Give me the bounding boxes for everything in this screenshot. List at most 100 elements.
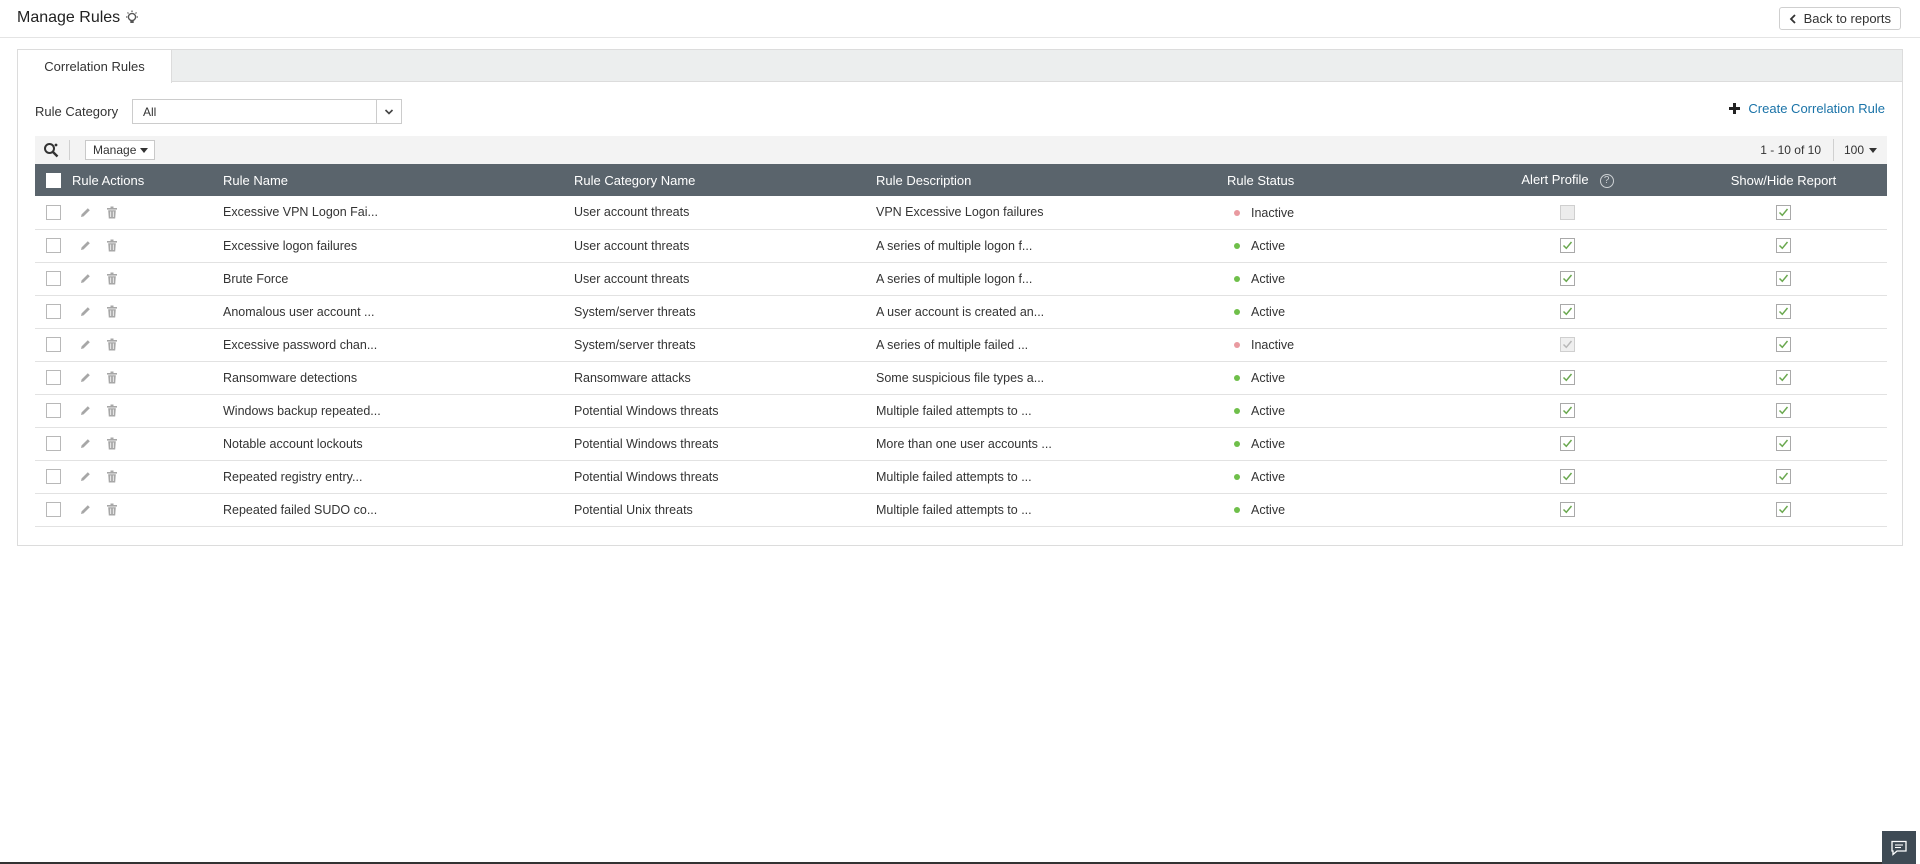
checked-checkbox[interactable] [1776, 337, 1791, 353]
edit-icon[interactable] [79, 206, 92, 219]
edit-icon[interactable] [79, 371, 92, 384]
status-dot [1234, 441, 1240, 447]
chat-button[interactable] [1882, 831, 1916, 864]
row-checkbox[interactable] [46, 238, 61, 254]
row-checkbox[interactable] [46, 469, 61, 485]
checked-checkbox[interactable] [1776, 204, 1791, 220]
chevron-down-icon[interactable] [376, 100, 401, 123]
column-header-alert-profile[interactable]: Alert Profile? [1455, 164, 1680, 196]
table-row[interactable]: Repeated registry entry... Potential Wind… [35, 460, 1887, 494]
lightbulb-icon[interactable] [124, 10, 140, 26]
delete-icon[interactable] [106, 371, 118, 384]
checked-checkbox[interactable] [1776, 271, 1791, 287]
checked-checkbox[interactable] [1776, 403, 1791, 419]
checked-checkbox[interactable] [1560, 370, 1575, 386]
row-checkbox[interactable] [46, 271, 61, 287]
search-icon[interactable] [43, 142, 59, 158]
per-page-select[interactable]: 100 [1844, 143, 1877, 157]
column-header-name[interactable]: Rule Name [223, 164, 574, 196]
row-actions-cell [72, 295, 223, 329]
column-header-description[interactable]: Rule Description [876, 164, 1227, 196]
table-row[interactable]: Notable account lockouts Potential Window… [35, 427, 1887, 461]
table-row[interactable]: Ransomware detections Ransomware attacks S… [35, 361, 1887, 395]
row-checkbox[interactable] [46, 436, 61, 452]
edit-icon[interactable] [79, 239, 92, 252]
show-report-cell [1680, 229, 1887, 263]
delete-icon[interactable] [106, 338, 118, 351]
row-checkbox[interactable] [46, 502, 61, 518]
checked-checkbox[interactable] [1560, 436, 1575, 452]
table-row[interactable]: Excessive password chan... System/server … [35, 328, 1887, 362]
select-all-checkbox[interactable] [46, 173, 61, 189]
rule-name-cell[interactable]: Anomalous user account ... [223, 295, 574, 329]
checked-checkbox[interactable] [1776, 502, 1791, 518]
row-checkbox[interactable] [46, 204, 61, 220]
row-select-cell [35, 295, 72, 329]
row-actions-cell [72, 361, 223, 395]
edit-icon[interactable] [79, 338, 92, 351]
rule-name-cell[interactable]: Ransomware detections [223, 361, 574, 395]
checked-checkbox[interactable] [1776, 370, 1791, 386]
checked-checkbox[interactable] [1776, 304, 1791, 320]
column-header-status[interactable]: Rule Status [1227, 164, 1455, 196]
back-to-reports-button[interactable]: Back to reports [1778, 7, 1901, 30]
show-report-cell [1680, 427, 1887, 461]
row-checkbox[interactable] [46, 337, 61, 353]
status-text: Active [1251, 305, 1286, 319]
rule-name-cell[interactable]: Excessive VPN Logon Fai... [223, 196, 574, 230]
checked-checkbox[interactable] [1560, 469, 1575, 485]
checked-checkbox[interactable] [1776, 436, 1791, 452]
delete-icon[interactable] [106, 503, 118, 516]
edit-icon[interactable] [79, 470, 92, 483]
create-correlation-rule-link[interactable]: Create Correlation Rule [1729, 101, 1885, 116]
column-header-category[interactable]: Rule Category Name [574, 164, 876, 196]
column-header-report[interactable]: Show/Hide Report [1680, 164, 1887, 196]
delete-icon[interactable] [106, 470, 118, 483]
edit-icon[interactable] [79, 437, 92, 450]
tab-correlation-rules[interactable]: Correlation Rules [18, 50, 172, 83]
rule-category-select[interactable]: All [132, 99, 402, 124]
manage-dropdown-button[interactable]: Manage [85, 140, 156, 160]
delete-icon[interactable] [106, 206, 118, 219]
edit-icon[interactable] [79, 305, 92, 318]
checked-checkbox[interactable] [1560, 403, 1575, 419]
checked-checkbox[interactable] [1776, 238, 1791, 254]
table-row[interactable]: Repeated failed SUDO co... Potential Unix… [35, 493, 1887, 527]
table-row[interactable]: Anomalous user account ... System/server … [35, 295, 1887, 329]
help-icon[interactable]: ? [1599, 173, 1614, 188]
row-checkbox[interactable] [46, 304, 61, 320]
delete-icon[interactable] [106, 239, 118, 252]
edit-icon[interactable] [79, 503, 92, 516]
row-checkbox[interactable] [46, 370, 61, 386]
row-select-cell [35, 262, 72, 296]
checked-checkbox[interactable] [1560, 502, 1575, 518]
delete-icon[interactable] [106, 272, 118, 285]
table-row[interactable]: Excessive VPN Logon Fai... User account t… [35, 196, 1887, 230]
row-checkbox[interactable] [46, 403, 61, 419]
checked-checkbox[interactable] [1560, 304, 1575, 320]
edit-icon[interactable] [79, 404, 92, 417]
row-select-cell [35, 394, 72, 428]
delete-icon[interactable] [106, 437, 118, 450]
checked-checkbox[interactable] [1776, 469, 1791, 485]
checked-checkbox[interactable] [1560, 238, 1575, 254]
rule-name-cell[interactable]: Notable account lockouts [223, 427, 574, 461]
table-row[interactable]: Brute Force User account threats A series … [35, 262, 1887, 296]
rule-name-cell[interactable]: Windows backup repeated... [223, 394, 574, 428]
per-page-value: 100 [1843, 143, 1864, 157]
rule-name-cell[interactable]: Brute Force [223, 262, 574, 296]
edit-icon[interactable] [79, 272, 92, 285]
table-row[interactable]: Windows backup repeated... Potential Wind… [35, 394, 1887, 428]
rule-name-cell[interactable]: Excessive password chan... [223, 328, 574, 362]
rule-status-cell: Active [1227, 493, 1455, 527]
show-report-cell [1680, 295, 1887, 329]
checked-checkbox[interactable] [1560, 271, 1575, 287]
delete-icon[interactable] [106, 305, 118, 318]
rule-name-cell[interactable]: Repeated failed SUDO co... [223, 493, 574, 527]
alert-profile-cell [1455, 361, 1680, 395]
delete-icon[interactable] [106, 404, 118, 417]
rule-name-cell[interactable]: Excessive logon failures [223, 229, 574, 263]
rule-name-cell[interactable]: Repeated registry entry... [223, 460, 574, 494]
table-row[interactable]: Excessive logon failures User account thr… [35, 229, 1887, 263]
unchecked-checkbox[interactable] [1560, 204, 1575, 220]
